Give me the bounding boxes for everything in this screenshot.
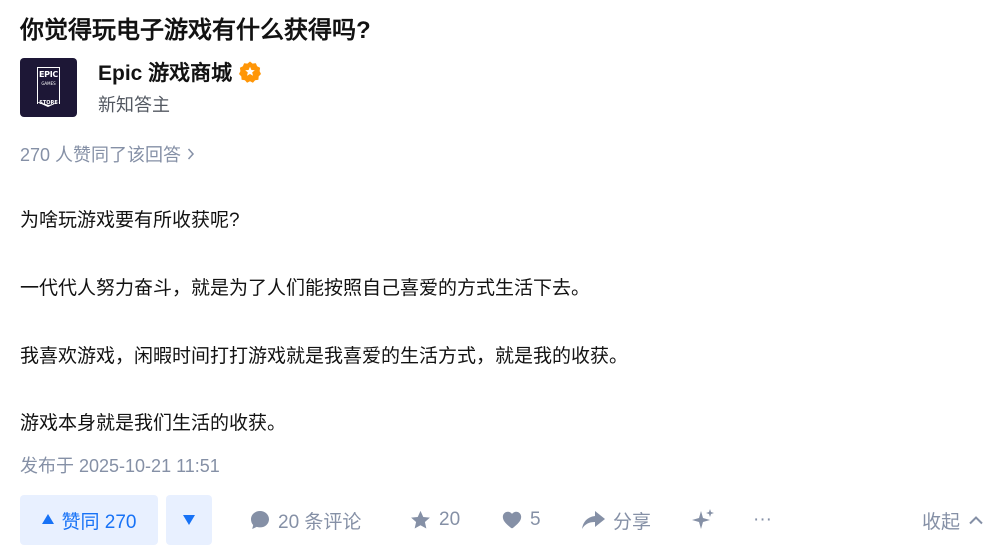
collapse-label: 收起 xyxy=(922,511,961,533)
share-button[interactable]: 分享 xyxy=(580,495,651,545)
heart-icon xyxy=(502,511,522,529)
question-title[interactable]: 你觉得玩电子游戏有什么获得吗? xyxy=(20,10,371,45)
voters-count-text: 270 人赞同了该回答 xyxy=(20,145,182,165)
sparkle-icon xyxy=(692,509,714,529)
epic-logo-store-text: STORE xyxy=(39,100,58,106)
comment-label: 20 条评论 xyxy=(278,511,362,533)
voters-link[interactable]: 270 人赞同了该回答 xyxy=(20,141,195,167)
author-meta: Epic 游戏商城 新知答主 xyxy=(98,58,262,117)
favorite-button[interactable]: 20 xyxy=(409,495,460,545)
epic-logo-text: EPIC xyxy=(39,70,58,79)
verified-badge-icon[interactable] xyxy=(238,60,262,84)
share-arrow-icon xyxy=(582,511,605,529)
author-tag: 新知答主 xyxy=(98,95,170,115)
vote-up-button[interactable]: 赞同 270 xyxy=(20,495,158,545)
answer-paragraph: 一代代人努力奋斗，就是为了人们能按照自己喜爱的方式生活下去。 xyxy=(20,278,591,299)
vote-down-button[interactable] xyxy=(166,495,212,545)
author-name-row: Epic 游戏商城 xyxy=(98,58,262,86)
comment-bubble-icon xyxy=(251,511,269,529)
like-count: 5 xyxy=(530,509,541,530)
answer-action-bar: 赞同 270 20 条评论 20 5 分享 ··· 收起 xyxy=(20,495,1000,545)
answer-paragraph: 游戏本身就是我们生活的收获。 xyxy=(20,413,287,434)
author-info-block: EPIC GAMES STORE Epic 游戏商城 新知答主 xyxy=(20,58,262,118)
star-icon xyxy=(411,510,430,529)
collapse-button[interactable]: 收起 xyxy=(922,495,984,545)
answer-paragraph: 我喜欢游戏，闲暇时间打打游戏就是我喜爱的生活方式，就是我的收获。 xyxy=(20,346,629,367)
chevron-right-icon xyxy=(187,148,195,160)
author-name[interactable]: Epic 游戏商城 xyxy=(98,57,232,87)
comment-button[interactable]: 20 条评论 xyxy=(249,495,361,545)
favorite-count: 20 xyxy=(439,509,461,530)
share-label: 分享 xyxy=(613,511,652,533)
ai-sparkle-button[interactable] xyxy=(690,495,723,545)
published-time[interactable]: 发布于 2025-10-21 11:51 xyxy=(20,452,220,478)
avatar[interactable]: EPIC GAMES STORE xyxy=(20,58,77,117)
epic-logo-subtext: GAMES xyxy=(41,81,56,86)
like-button[interactable]: 5 xyxy=(501,495,541,545)
vote-up-label: 赞同 270 xyxy=(61,511,137,533)
triangle-up-icon xyxy=(41,514,54,524)
chevron-up-icon xyxy=(969,516,983,525)
more-button[interactable]: ··· xyxy=(753,495,772,545)
answer-paragraph: 为啥玩游戏要有所收获呢? xyxy=(20,210,240,231)
triangle-down-icon xyxy=(183,515,195,525)
more-dots-icon: ··· xyxy=(753,509,772,530)
